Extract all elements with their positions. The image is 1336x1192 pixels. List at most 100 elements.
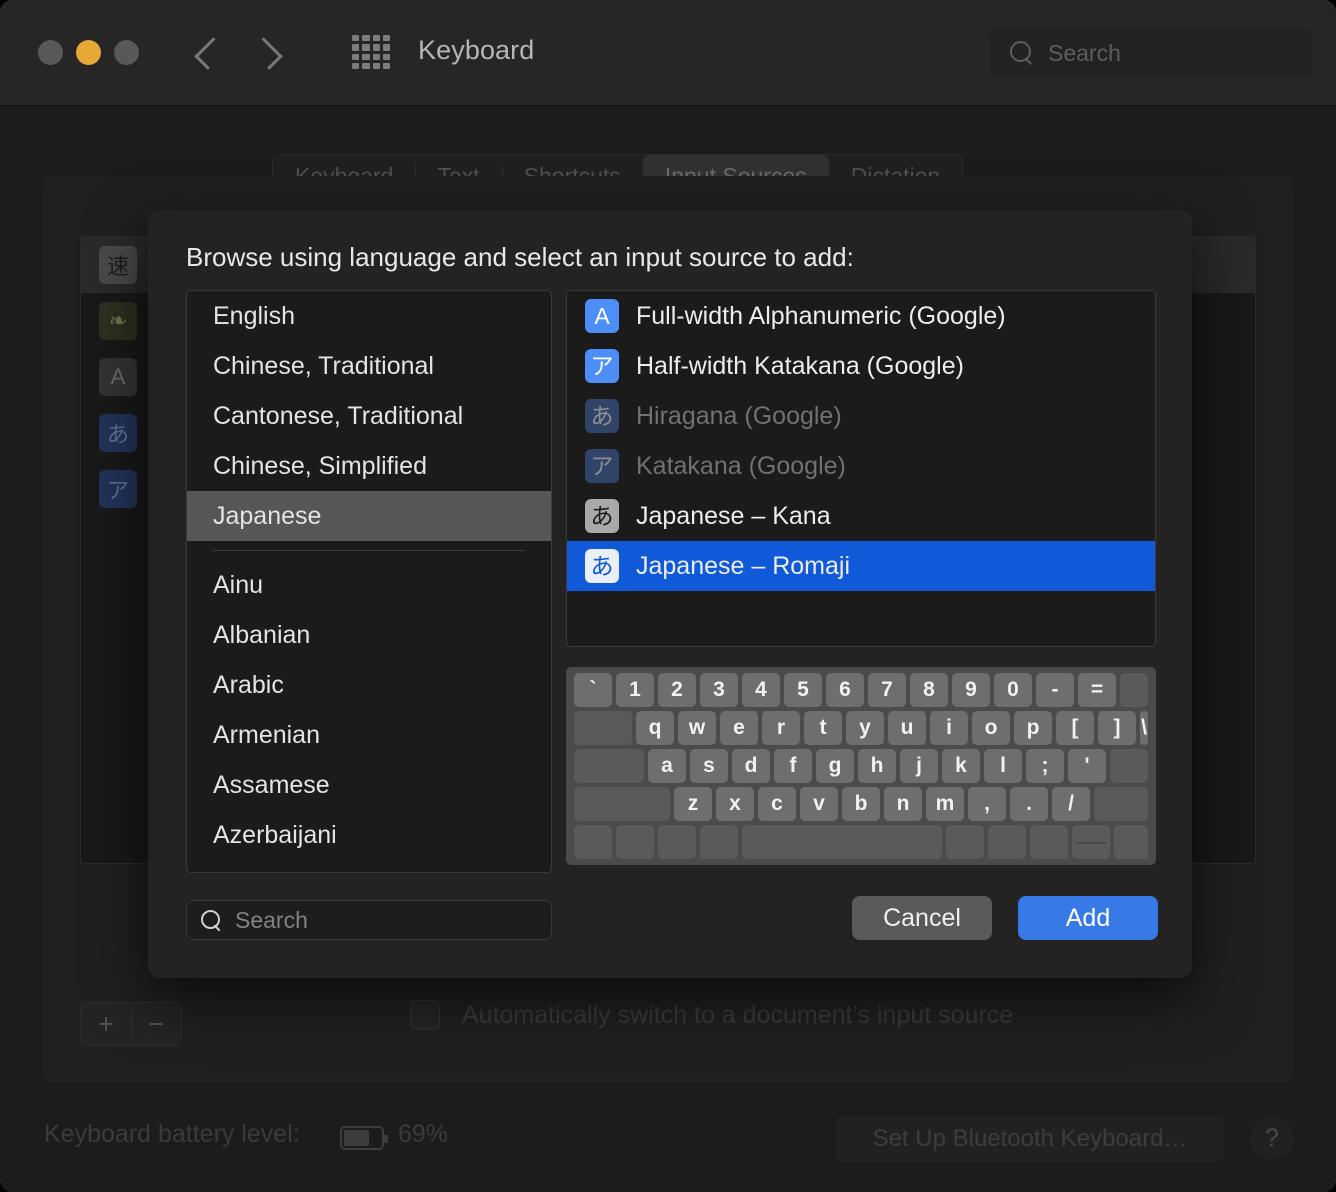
page-title: Keyboard: [418, 35, 535, 65]
keyboard-preview-key: x: [716, 787, 754, 821]
set-up-bluetooth-keyboard-button[interactable]: Set Up Bluetooth Keyboard…: [836, 1116, 1224, 1162]
language-list-item[interactable]: Ainu: [187, 560, 551, 610]
keyboard-preview-key: [1072, 825, 1110, 859]
keyboard-preview-key: 3: [700, 673, 738, 707]
keyboard-preview-key: o: [972, 711, 1010, 745]
keyboard-preview-key: n: [884, 787, 922, 821]
input-source-badge-icon: ア: [585, 349, 619, 383]
keyboard-preview-key: w: [678, 711, 716, 745]
keyboard-preview-key: [574, 749, 644, 783]
auto-switch-checkbox[interactable]: [410, 1000, 440, 1030]
keyboard-preview-key: `: [574, 673, 612, 707]
input-source-list-item[interactable]: ア Katakana (Google): [567, 441, 1155, 491]
traffic-lights: [38, 40, 139, 65]
sheet-buttons: Cancel Add: [852, 896, 1158, 940]
keyboard-preview-key: [1094, 787, 1148, 821]
battery-percent: 69%: [398, 1120, 449, 1148]
input-source-label: Japanese – Romaji: [636, 551, 851, 580]
close-button[interactable]: [38, 40, 63, 65]
chevron-right-icon[interactable]: [256, 30, 280, 74]
keyboard-preview-key: =: [1078, 673, 1116, 707]
keyboard-preview-key: [574, 787, 670, 821]
search-icon: [201, 909, 222, 931]
keyboard-preview-key: v: [800, 787, 838, 821]
add-input-source-button[interactable]: +: [81, 1003, 131, 1045]
battery-icon: [340, 1126, 388, 1150]
keyboard-preview-key: s: [690, 749, 728, 783]
keyboard-preview-key: t: [804, 711, 842, 745]
input-source-badge-icon: ア: [99, 470, 137, 508]
input-source-badge-icon: A: [99, 358, 137, 396]
available-input-sources-list[interactable]: A Full-width Alphanumeric (Google) ア Half-w…: [566, 290, 1156, 647]
language-list-item[interactable]: Cantonese, Traditional: [187, 391, 551, 441]
language-search-placeholder: Search: [235, 906, 308, 933]
zoom-button[interactable]: [114, 40, 139, 65]
keyboard-preview-row: ` 1 2 3 4 5 6 7 8 9 0- =: [574, 673, 1148, 707]
keyboard-preview-key: ;: [1026, 749, 1064, 783]
keyboard-preview-key: d: [732, 749, 770, 783]
input-source-list-item[interactable]: A Full-width Alphanumeric (Google): [567, 291, 1155, 341]
keyboard-preview-key: [988, 825, 1026, 859]
language-list-item[interactable]: Armenian: [187, 710, 551, 760]
keyboard-preview-key: 8: [910, 673, 948, 707]
keyboard-preview-key: [574, 825, 612, 859]
keyboard-preview-key: 2: [658, 673, 696, 707]
cancel-button[interactable]: Cancel: [852, 896, 992, 940]
keyboard-preview-row: a s d f g h j k l; ': [574, 749, 1148, 783]
keyboard-preview-key: p: [1014, 711, 1052, 745]
keyboard-preview-key: j: [900, 749, 938, 783]
input-source-label: Katakana (Google): [636, 451, 846, 480]
keyboard-preview-key: [1114, 825, 1148, 859]
keyboard-preview-key: 6: [826, 673, 864, 707]
navigation-buttons: [196, 30, 280, 74]
keyboard-preview-key: [1120, 673, 1148, 707]
language-list-item[interactable]: Albanian: [187, 610, 551, 660]
keyboard-preview-key: 9: [952, 673, 990, 707]
keyboard-preview-key: l: [984, 749, 1022, 783]
language-list-item[interactable]: Japanese: [187, 491, 551, 541]
keyboard-preview-key: 7: [868, 673, 906, 707]
language-list-item[interactable]: Azerbaijani: [187, 810, 551, 860]
input-source-label: Japanese – Kana: [636, 501, 831, 530]
language-list-item[interactable]: Chinese, Traditional: [187, 341, 551, 391]
keyboard-preview-key: h: [858, 749, 896, 783]
add-button[interactable]: Add: [1018, 896, 1158, 940]
grid-icon[interactable]: [352, 35, 390, 69]
input-source-list-item[interactable]: あ Japanese – Romaji: [567, 541, 1155, 591]
keyboard-preview-key: [: [1056, 711, 1094, 745]
search-icon: [1010, 41, 1034, 65]
keyboard-preview-key: .: [1010, 787, 1048, 821]
screen: Keyboard Search KeyboardTextShortcutsInp…: [0, 0, 1336, 1192]
language-list[interactable]: English Chinese, Traditional Cantonese, Tr…: [186, 290, 552, 873]
language-list-item[interactable]: Assamese: [187, 760, 551, 810]
chevron-left-icon[interactable]: [196, 30, 220, 74]
add-remove-segmented-control: + −: [80, 1002, 182, 1046]
language-list-item[interactable]: Chinese, Simplified: [187, 441, 551, 491]
keyboard-preview-key: g: [816, 749, 854, 783]
keyboard-preview-key: [658, 825, 696, 859]
input-source-list-item[interactable]: あ Japanese – Kana: [567, 491, 1155, 541]
input-source-list-item[interactable]: あ Hiragana (Google): [567, 391, 1155, 441]
language-list-item[interactable]: English: [187, 291, 551, 341]
input-source-badge-icon: A: [585, 299, 619, 333]
minimize-button[interactable]: [76, 40, 101, 65]
language-search-field[interactable]: Search: [186, 900, 552, 940]
language-list-item[interactable]: Arabic: [187, 660, 551, 710]
language-list-separator: [213, 550, 525, 551]
keyboard-preview-key: a: [648, 749, 686, 783]
input-source-label: Full-width Alphanumeric (Google): [636, 301, 1006, 330]
keyboard-preview-key: u: [888, 711, 926, 745]
input-source-list-item[interactable]: ア Half-width Katakana (Google): [567, 341, 1155, 391]
remove-input-source-button[interactable]: −: [131, 1003, 181, 1045]
toolbar-search-field[interactable]: Search: [990, 28, 1312, 78]
add-input-source-sheet: Browse using language and select an inpu…: [148, 210, 1192, 978]
auto-switch-row[interactable]: Automatically switch to a document’s inp…: [410, 1000, 1013, 1030]
battery-fill: [344, 1130, 369, 1146]
help-button[interactable]: ?: [1250, 1116, 1294, 1160]
input-source-badge-icon: 速: [99, 246, 137, 284]
keyboard-preview-key: c: [758, 787, 796, 821]
input-source-label: Hiragana (Google): [636, 401, 842, 430]
input-source-badge-icon: あ: [99, 414, 137, 452]
keyboard-preview-row: z x c v b n m,. /: [574, 787, 1148, 821]
keyboard-layout-preview: ` 1 2 3 4 5 6 7 8 9 0- = q w e r t y u i o p[] \ a s d f g h j k l; ' z x c…: [566, 667, 1156, 865]
